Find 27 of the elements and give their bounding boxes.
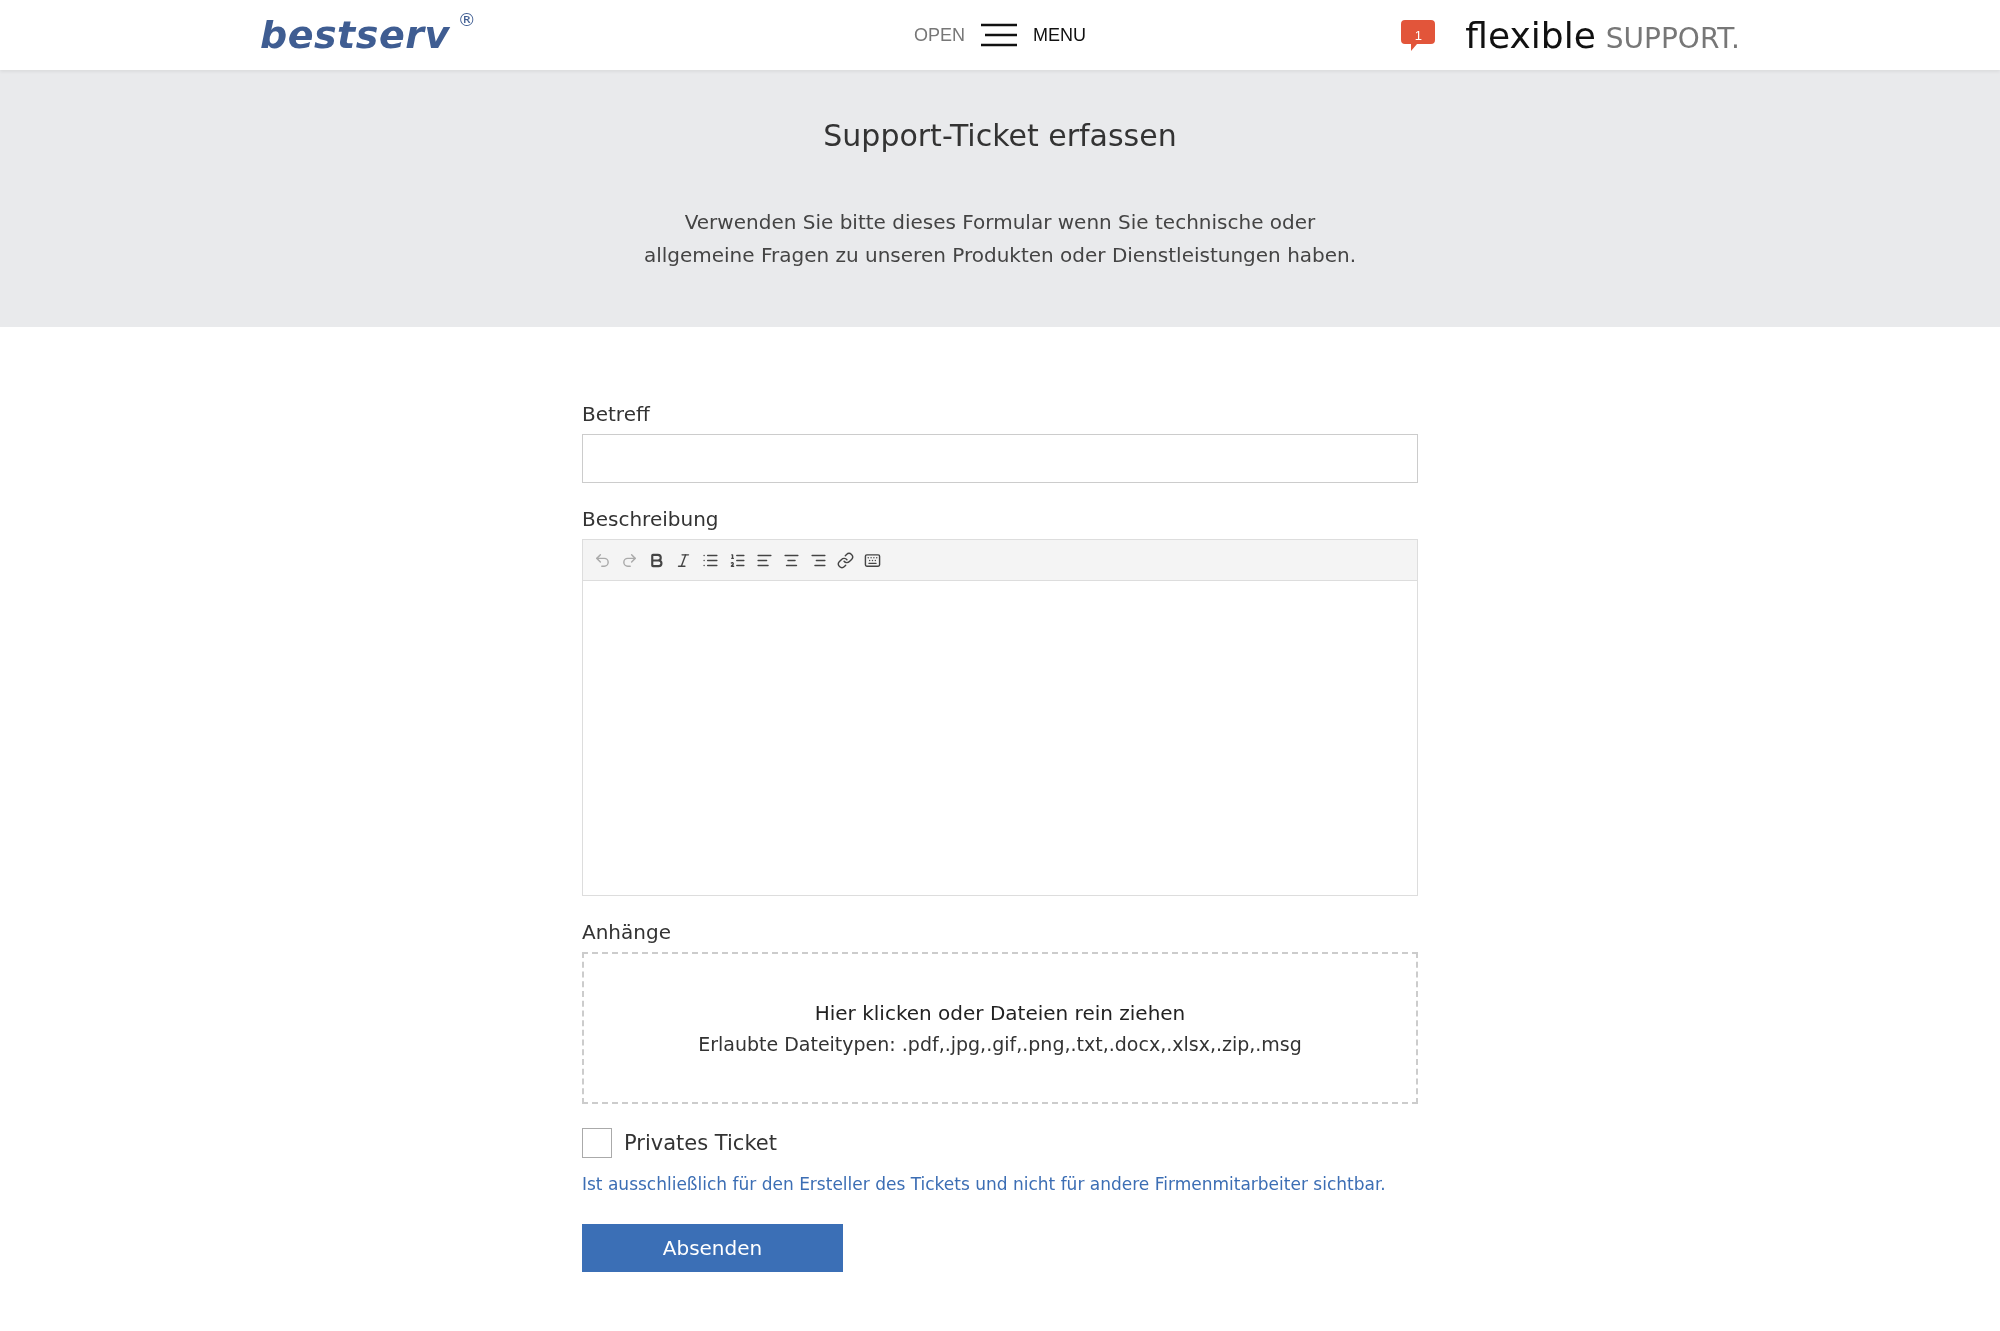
brand-name: flexible	[1465, 14, 1596, 56]
redo-icon	[621, 551, 638, 569]
numbered-list-icon	[729, 551, 746, 569]
notification-badge[interactable]: 1	[1401, 19, 1436, 51]
intro-text: Verwenden Sie bitte dieses Formular wenn Sie technische oder allgemeine Fragen zu unseren Produkten oder Dienstleistungen haben.	[643, 209, 1357, 269]
link-icon	[837, 551, 854, 569]
checkbox-label: Privates Ticket	[624, 1131, 777, 1155]
checkbox[interactable]	[582, 1128, 612, 1158]
bold-icon	[648, 551, 665, 569]
allowed-file-types: Erlaubte Dateitypen: .pdf,.jpg,.gif,.png,.txt,.docx,.xlsx,.zip,.msg	[698, 1033, 1302, 1055]
menu-icon	[981, 23, 1017, 47]
menu-button[interactable]: OPEN MENU	[914, 23, 1086, 47]
undo-icon	[594, 551, 611, 569]
italic-icon	[675, 551, 692, 569]
page-title: Support-Ticket erfassen	[823, 117, 1177, 155]
brand-tagline: SUPPORT.	[1605, 21, 1740, 55]
drop-zone-title: Hier klicken oder Dateien rein ziehen	[814, 1001, 1186, 1025]
private-ticket-hint: Ist ausschließlich für den Ersteller des Tickets und nicht für andere Firmenmitarbeiter sichtbar.	[582, 1174, 1387, 1194]
field-label: Anhänge	[582, 920, 672, 944]
registered-mark: ®	[457, 9, 476, 30]
logo: bestserv	[260, 13, 450, 57]
file-drop-zone[interactable]: Hier klicken oder Dateien rein ziehen Erlaubte Dateitypen: .pdf,.jpg,.gif,.png,.txt,.docx,.xlsx,.zip,.msg	[582, 952, 1418, 1104]
submit-button[interactable]: Absenden	[582, 1224, 843, 1272]
subject-input[interactable]	[582, 434, 1418, 483]
field-label: Betreff	[582, 402, 652, 426]
field-label: Beschreibung	[582, 507, 720, 531]
keyboard-icon	[864, 551, 881, 569]
